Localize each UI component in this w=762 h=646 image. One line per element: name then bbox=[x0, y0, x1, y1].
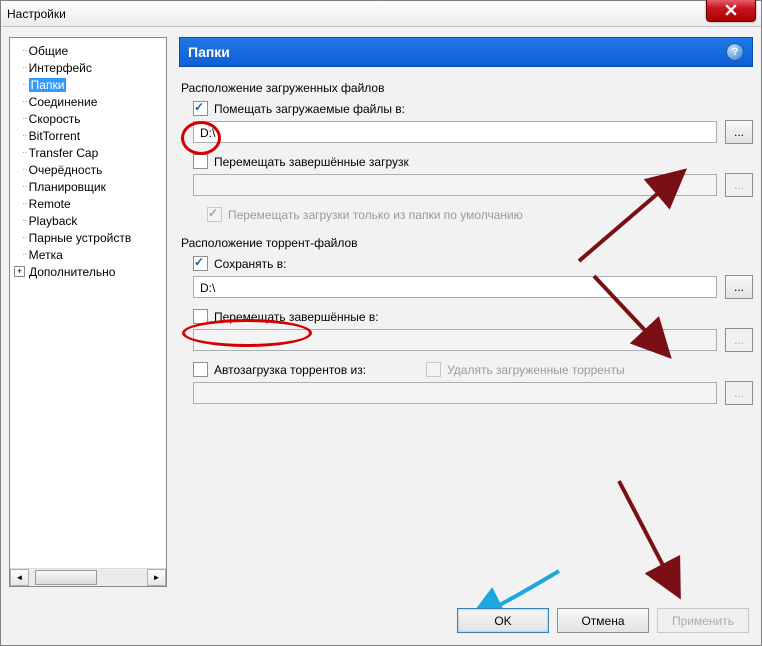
sidebar-item-общие[interactable]: ··Общие bbox=[14, 42, 166, 59]
sidebar-item-transfer cap[interactable]: ··Transfer Cap bbox=[14, 144, 166, 161]
sidebar-item-bittorrent[interactable]: ··BitTorrent bbox=[14, 127, 166, 144]
store-in-path-input[interactable]: D:\ bbox=[193, 276, 717, 298]
close-icon bbox=[725, 4, 737, 16]
autoload-browse-button[interactable]: ... bbox=[725, 381, 753, 405]
sidebar-item-соединение[interactable]: ··Соединение bbox=[14, 93, 166, 110]
torrents-section-title: Расположение торрент-файлов bbox=[181, 236, 753, 250]
settings-window: Настройки ··Общие··Интерфейс··Папки··Сое… bbox=[0, 0, 762, 646]
only-default-label: Перемещать загрузки только из папки по у… bbox=[228, 208, 523, 222]
sidebar-item-remote[interactable]: ··Remote bbox=[14, 195, 166, 212]
sidebar-item-очерёдность[interactable]: ··Очерёдность bbox=[14, 161, 166, 178]
move-torrents-label: Перемещать завершённые в: bbox=[214, 310, 379, 324]
cancel-button[interactable]: Отмена bbox=[557, 608, 649, 633]
expand-icon[interactable]: + bbox=[14, 266, 25, 277]
sidebar: ··Общие··Интерфейс··Папки··Соединение··С… bbox=[9, 37, 167, 587]
move-completed-browse-button[interactable]: ... bbox=[725, 173, 753, 197]
downloads-section-title: Расположение загруженных файлов bbox=[181, 81, 753, 95]
sidebar-item-метка[interactable]: ··Метка bbox=[14, 246, 166, 263]
store-in-checkbox[interactable] bbox=[193, 256, 208, 271]
put-new-path-input[interactable]: D:\ bbox=[193, 121, 717, 143]
sidebar-item-папки[interactable]: ··Папки bbox=[14, 76, 166, 93]
put-new-browse-button[interactable]: ... bbox=[725, 120, 753, 144]
scroll-thumb[interactable] bbox=[35, 570, 97, 585]
sidebar-item-advanced[interactable]: +Дополнительно bbox=[14, 263, 166, 280]
panel-title: Папки bbox=[188, 44, 230, 60]
move-torrents-path-input[interactable] bbox=[193, 329, 717, 351]
store-in-browse-button[interactable]: ... bbox=[725, 275, 753, 299]
sidebar-item-интерфейс[interactable]: ··Интерфейс bbox=[14, 59, 166, 76]
titlebar: Настройки bbox=[1, 1, 761, 27]
move-torrents-checkbox[interactable] bbox=[193, 309, 208, 324]
store-in-label: Сохранять в: bbox=[214, 257, 286, 271]
move-completed-label: Перемещать завершённые загрузк bbox=[214, 155, 409, 169]
close-button[interactable] bbox=[706, 0, 756, 22]
ok-button[interactable]: OK bbox=[457, 608, 549, 633]
sidebar-item-скорость[interactable]: ··Скорость bbox=[14, 110, 166, 127]
delete-loaded-checkbox bbox=[426, 362, 441, 377]
panel-header: Папки ? bbox=[179, 37, 753, 67]
move-completed-checkbox[interactable] bbox=[193, 154, 208, 169]
sidebar-item-playback[interactable]: ··Playback bbox=[14, 212, 166, 229]
delete-loaded-label: Удалять загруженные торренты bbox=[447, 363, 625, 377]
scroll-left-icon[interactable]: ◄ bbox=[10, 569, 29, 586]
move-torrents-browse-button[interactable]: ... bbox=[725, 328, 753, 352]
window-title: Настройки bbox=[1, 7, 66, 21]
only-default-checkbox bbox=[207, 207, 222, 222]
sidebar-item-планировщик[interactable]: ··Планировщик bbox=[14, 178, 166, 195]
sidebar-item-парные устройств[interactable]: ··Парные устройств bbox=[14, 229, 166, 246]
main-panel: Папки ? Расположение загруженных файлов … bbox=[179, 37, 753, 587]
put-new-label: Помещать загружаемые файлы в: bbox=[214, 102, 405, 116]
apply-button[interactable]: Применить bbox=[657, 608, 749, 633]
autoload-label: Автозагрузка торрентов из: bbox=[214, 363, 366, 377]
scroll-right-icon[interactable]: ► bbox=[147, 569, 166, 586]
autoload-checkbox[interactable] bbox=[193, 362, 208, 377]
help-icon[interactable]: ? bbox=[726, 43, 744, 61]
put-new-checkbox[interactable] bbox=[193, 101, 208, 116]
autoload-path-input[interactable] bbox=[193, 382, 717, 404]
dialog-buttons: OK Отмена Применить bbox=[457, 608, 749, 633]
sidebar-scrollbar[interactable]: ◄ ► bbox=[10, 568, 166, 586]
move-completed-path-input[interactable] bbox=[193, 174, 717, 196]
